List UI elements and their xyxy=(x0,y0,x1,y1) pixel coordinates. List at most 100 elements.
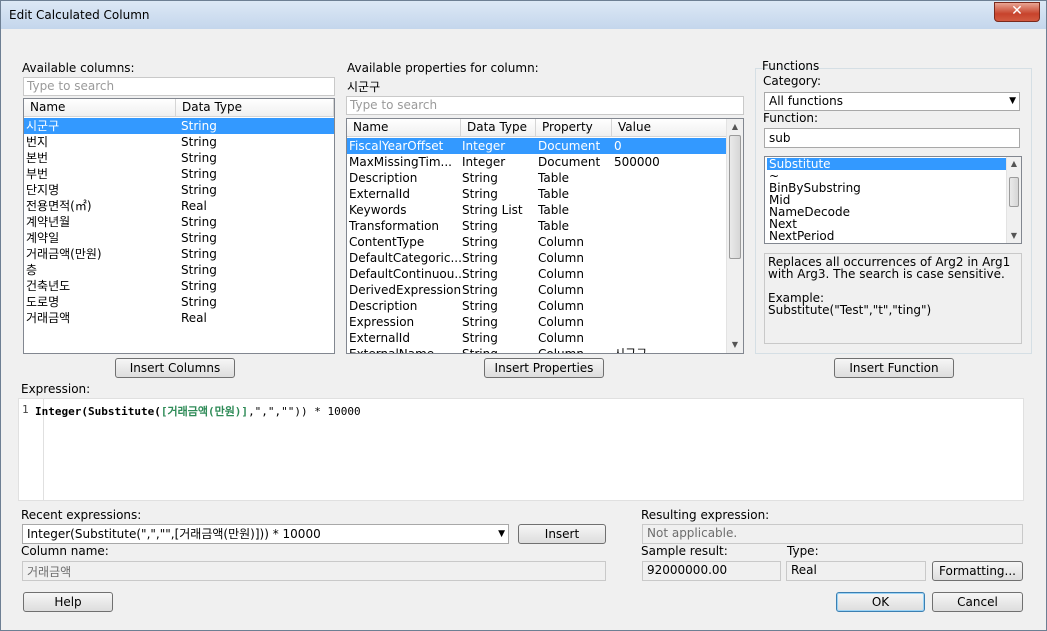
expression-label: Expression: xyxy=(21,382,91,396)
columns-list[interactable]: Name Data Type 시군구 String 번지 String 본번 String… xyxy=(23,98,335,354)
category-label: Category: xyxy=(763,74,821,88)
property-type-cell: String xyxy=(462,219,498,233)
property-list-item[interactable]: DerivedExpression String Column xyxy=(347,282,727,298)
type-field: Real xyxy=(786,561,926,581)
insert-properties-button[interactable]: Insert Properties xyxy=(484,358,604,378)
column-list-item[interactable]: 전용면적(㎡) Real xyxy=(24,198,334,214)
property-list-item[interactable]: FiscalYearOffset Integer Document 0 xyxy=(347,138,727,154)
column-list-item[interactable]: 계약년월 String xyxy=(24,214,334,230)
scroll-down-icon[interactable]: ▼ xyxy=(1007,229,1021,243)
insert-columns-button[interactable]: Insert Columns xyxy=(115,358,235,378)
column-type-cell: String xyxy=(181,263,217,277)
expression-text: Integer(Substitute([거래금액(만원)],",","")) *… xyxy=(35,403,361,419)
ok-button[interactable]: OK xyxy=(836,592,925,612)
functions-list[interactable]: Substitute ~ BinBySubstring Mid NameDecode Ne… xyxy=(764,156,1022,244)
column-name-cell: 계약일 xyxy=(26,231,60,245)
scroll-up-icon[interactable]: ▲ xyxy=(1007,157,1021,171)
properties-scrollbar[interactable]: ▲ ▼ xyxy=(726,119,743,353)
scroll-down-icon[interactable]: ▼ xyxy=(727,337,743,353)
column-list-item[interactable]: 본번 String xyxy=(24,150,334,166)
resulting-expression-label: Resulting expression: xyxy=(641,508,770,522)
column-list-item[interactable]: 층 String xyxy=(24,262,334,278)
properties-list[interactable]: Name Data Type Property Ty... Value Fisc… xyxy=(346,118,744,354)
column-name-cell: 번지 xyxy=(26,135,49,149)
property-prop-cell: Table xyxy=(538,203,570,217)
column-list-item[interactable]: 도로명 String xyxy=(24,294,334,310)
help-button[interactable]: Help xyxy=(23,592,113,612)
formatting-button[interactable]: Formatting... xyxy=(932,561,1023,581)
property-type-cell: String List xyxy=(462,203,523,217)
available-columns-label: Available columns: xyxy=(22,61,135,75)
properties-header-name[interactable]: Name xyxy=(347,119,461,137)
property-list-item[interactable]: ExternalName String Column 시군구 xyxy=(347,346,727,353)
property-list-item[interactable]: DefaultCategoric... String Column xyxy=(347,250,727,266)
close-button[interactable]: ✕ xyxy=(994,2,1040,22)
column-type-cell: String xyxy=(181,295,217,309)
column-type-cell: String xyxy=(181,167,217,181)
property-name-cell: Description xyxy=(349,299,418,313)
property-list-item[interactable]: Keywords String List Table xyxy=(347,202,727,218)
scroll-thumb[interactable] xyxy=(729,135,741,259)
property-list-item[interactable]: Transformation String Table xyxy=(347,218,727,234)
column-list-item[interactable]: 거래금액(만원) String xyxy=(24,246,334,262)
insert-recent-button[interactable]: Insert xyxy=(518,524,606,544)
property-list-item[interactable]: DefaultContinuou... String Column xyxy=(347,266,727,282)
property-type-cell: String xyxy=(462,283,498,297)
properties-search-input[interactable]: Type to search xyxy=(346,96,744,115)
columns-header-datatype[interactable]: Data Type xyxy=(176,99,334,117)
functions-scrollbar[interactable]: ▲ ▼ xyxy=(1006,157,1021,243)
columns-search-input[interactable]: Type to search xyxy=(23,77,335,96)
title-bar[interactable]: Edit Calculated Column ✕ xyxy=(1,1,1046,29)
property-name-cell: DerivedExpression xyxy=(349,283,462,297)
function-list-item[interactable]: BinBySubstring xyxy=(767,182,1007,194)
column-name-field[interactable]: 거래금액 xyxy=(22,561,606,581)
column-list-item[interactable]: 단지명 String xyxy=(24,182,334,198)
property-type-cell: String xyxy=(462,315,498,329)
property-list-item[interactable]: Expression String Column xyxy=(347,314,727,330)
recent-expressions-dropdown[interactable]: Integer(Substitute(",","",[거래금액(만원)])) *… xyxy=(22,524,509,544)
category-dropdown[interactable]: All functions ▼ xyxy=(764,92,1020,111)
property-prop-cell: Table xyxy=(538,219,570,233)
property-name-cell: FiscalYearOffset xyxy=(349,139,444,153)
property-name-cell: DefaultContinuou... xyxy=(349,267,466,281)
scroll-thumb[interactable] xyxy=(1009,177,1019,207)
column-list-item[interactable]: 시군구 String xyxy=(24,118,334,134)
function-search-input[interactable]: sub xyxy=(764,128,1020,148)
property-prop-cell: Column xyxy=(538,267,584,281)
property-list-item[interactable]: MaxMissingTim... Integer Document 500000 xyxy=(347,154,727,170)
property-name-cell: MaxMissingTim... xyxy=(349,155,452,169)
properties-header-datatype[interactable]: Data Type xyxy=(461,119,536,137)
sample-result-label: Sample result: xyxy=(641,544,728,558)
property-column-name: 시군구 xyxy=(347,80,381,94)
property-list-item[interactable]: ExternalId String Column xyxy=(347,330,727,346)
expression-line-number: 1 xyxy=(22,403,29,416)
column-list-item[interactable]: 부번 String xyxy=(24,166,334,182)
cancel-button[interactable]: Cancel xyxy=(932,592,1023,612)
property-list-item[interactable]: Description String Column xyxy=(347,298,727,314)
insert-function-button[interactable]: Insert Function xyxy=(834,358,954,378)
function-list-item[interactable]: Substitute xyxy=(767,158,1007,170)
chevron-down-icon: ▼ xyxy=(498,529,505,539)
property-prop-cell: Document xyxy=(538,155,601,169)
property-prop-cell: Column xyxy=(538,299,584,313)
column-type-cell: String xyxy=(181,247,217,261)
properties-header-property-type[interactable]: Property Ty... xyxy=(536,119,612,151)
property-list-item[interactable]: ExternalId String Table xyxy=(347,186,727,202)
column-list-item[interactable]: 거래금액 Real xyxy=(24,310,334,326)
function-list-item[interactable]: Percent xyxy=(767,242,1007,243)
property-list-item[interactable]: ContentType String Column xyxy=(347,234,727,250)
scroll-up-icon[interactable]: ▲ xyxy=(727,119,743,135)
function-label: Function: xyxy=(763,111,819,125)
property-list-item[interactable]: Description String Table xyxy=(347,170,727,186)
column-list-item[interactable]: 건축년도 String xyxy=(24,278,334,294)
column-list-item[interactable]: 계약일 String xyxy=(24,230,334,246)
recent-expression-value: Integer(Substitute(",","",[거래금액(만원)])) *… xyxy=(27,527,321,541)
property-prop-cell: Column xyxy=(538,283,584,297)
column-type-cell: Real xyxy=(181,311,207,325)
columns-header-name[interactable]: Name xyxy=(24,99,176,117)
properties-header-value[interactable]: Value xyxy=(612,119,728,137)
column-list-item[interactable]: 번지 String xyxy=(24,134,334,150)
expression-editor[interactable]: 1 Integer(Substitute([거래금액(만원)],",",""))… xyxy=(18,398,1024,501)
function-list-item[interactable]: NameDecode xyxy=(767,206,1007,218)
column-name-label: Column name: xyxy=(21,544,109,558)
